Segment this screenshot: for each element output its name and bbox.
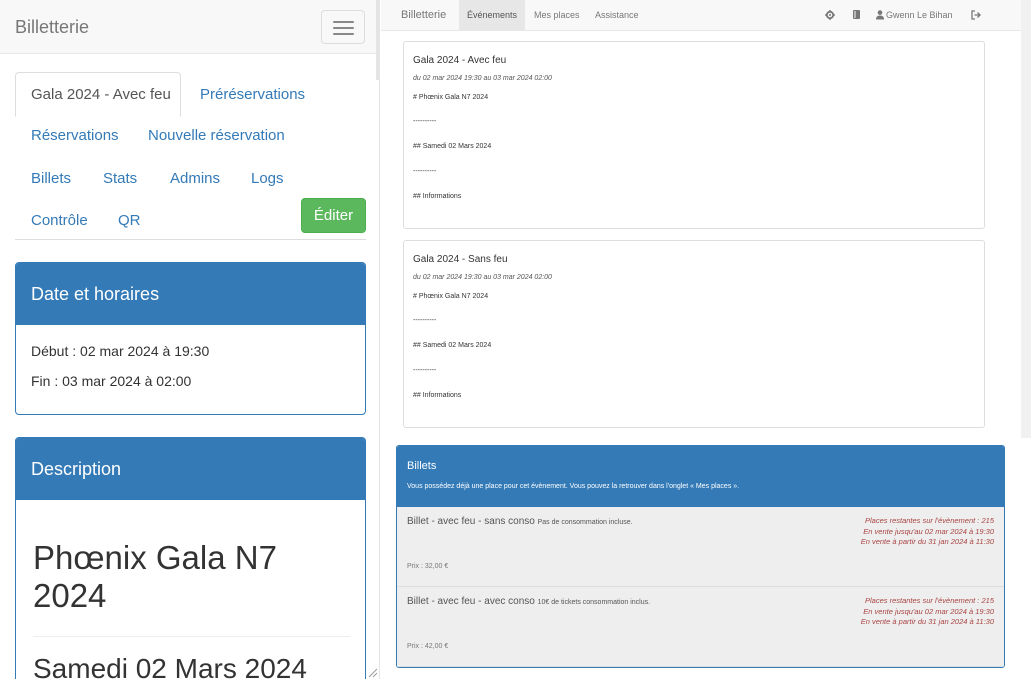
- tab-nouvelle-reservation[interactable]: Nouvelle réservation: [148, 127, 285, 144]
- hamburger-icon: [333, 21, 354, 23]
- tab-logs[interactable]: Logs: [251, 170, 284, 187]
- nav-user-name[interactable]: Gwenn Le Bihan: [886, 0, 953, 30]
- ticket-description: Pas de consommation incluse.: [537, 519, 633, 526]
- description-panel: Description Phœnix Gala N7 2024 Samedi 0…: [15, 437, 366, 679]
- ticket-sale-until: En vente jusqu'au 02 mar 2024 à 19:30: [863, 526, 994, 536]
- event-card[interactable]: Gala 2024 - Avec feu du 02 mar 2024 19:3…: [403, 41, 985, 229]
- tab-event-label: Gala 2024 - Avec feu: [31, 86, 171, 103]
- gear-icon[interactable]: [825, 10, 835, 20]
- ticket-availability: Places restantes sur l'évènement : 215 E…: [861, 596, 994, 628]
- tab-billets[interactable]: Billets: [31, 170, 71, 187]
- left-navbar: Billetterie: [0, 0, 379, 54]
- event-desc-line: # Phœnix Gala N7 2024: [413, 94, 489, 101]
- nav-assistance[interactable]: Assistance: [595, 0, 639, 30]
- event-desc-line: ## Samedi 02 Mars 2024: [413, 143, 492, 150]
- description-divider: [33, 636, 350, 637]
- ticket-name: Billet - avec feu - sans conso Pas de co…: [407, 516, 633, 527]
- tab-prereservations[interactable]: Préréservations: [200, 86, 305, 103]
- event-dates: du 02 mar 2024 19:30 au 03 mar 2024 02:0…: [413, 75, 552, 82]
- logout-icon[interactable]: [971, 10, 981, 20]
- top-navbar: Billetterie Événements Mes places Assist…: [381, 0, 1031, 31]
- ticket-sale-from: En vente à partir du 31 jan 2024 à 11:30: [860, 617, 994, 626]
- description-panel-title: Description: [16, 438, 365, 500]
- billets-panel: Billets Vous possédez déjà une place pou…: [396, 445, 1005, 668]
- ticket-sale-until: En vente jusqu'au 02 mar 2024 à 19:30: [863, 606, 994, 616]
- billets-info: Vous possédez déjà une place pour cet év…: [407, 483, 740, 490]
- date-panel-title: Date et horaires: [16, 263, 365, 325]
- ticket-price: Prix : 42,00 €: [407, 643, 449, 650]
- end-date: Fin : 03 mar 2024 à 02:00: [31, 373, 192, 389]
- event-desc-line: ## Informations: [413, 392, 462, 399]
- description-heading: Phœnix Gala N7 2024: [33, 539, 277, 614]
- event-desc-line: ## Informations: [413, 193, 462, 200]
- ticket-price: Prix : 32,00 €: [407, 563, 449, 570]
- tab-controle[interactable]: Contrôle: [31, 212, 88, 229]
- navbar-brand[interactable]: Billetterie: [15, 17, 89, 38]
- event-card[interactable]: Gala 2024 - Sans feu du 02 mar 2024 19:3…: [403, 240, 985, 428]
- tab-qr[interactable]: QR: [118, 212, 141, 229]
- ticket-name: Billet - avec feu - avec conso 10€ de ti…: [407, 596, 650, 607]
- description-subheading: Samedi 02 Mars 2024: [33, 653, 307, 679]
- billets-title: Billets: [407, 460, 437, 472]
- tab-stats[interactable]: Stats: [103, 170, 137, 187]
- ticket-name-text: Billet - avec feu - sans conso: [407, 516, 535, 527]
- event-desc-line: # Phœnix Gala N7 2024: [413, 293, 489, 300]
- left-scrollbar[interactable]: [376, 0, 379, 80]
- tab-event[interactable]: Gala 2024 - Avec feu: [15, 72, 181, 117]
- menu-toggle-button[interactable]: [321, 10, 365, 44]
- event-dates: du 02 mar 2024 19:30 au 03 mar 2024 02:0…: [413, 274, 552, 281]
- resize-grip-icon[interactable]: [366, 666, 378, 678]
- date-panel: Date et horaires Début : 02 mar 2024 à 1…: [15, 262, 366, 415]
- billets-header: Billets Vous possédez déjà une place pou…: [397, 446, 1004, 507]
- nav-evenements[interactable]: Événements: [459, 0, 526, 30]
- right-scrollbar[interactable]: [1021, 0, 1031, 438]
- ticket-description: 10€ de tickets consommation inclus.: [537, 599, 651, 606]
- nav-mes-places[interactable]: Mes places: [534, 0, 580, 30]
- ticket-name-text: Billet - avec feu - avec conso: [407, 596, 535, 607]
- event-desc-separator: ----------: [413, 317, 437, 324]
- left-window: Billetterie Gala 2024 - Avec feu Prérése…: [0, 0, 380, 679]
- user-icon: [876, 10, 884, 20]
- event-title[interactable]: Gala 2024 - Sans feu: [413, 254, 508, 265]
- tab-admins[interactable]: Admins: [170, 170, 220, 187]
- navbar-brand-right[interactable]: Billetterie: [401, 0, 446, 30]
- event-desc-separator: ----------: [413, 367, 437, 374]
- ticket-row[interactable]: Billet - avec feu - avec conso 10€ de ti…: [397, 587, 1004, 667]
- event-desc-line: ## Samedi 02 Mars 2024: [413, 342, 492, 349]
- ticket-sale-from: En vente à partir du 31 jan 2024 à 11:30: [860, 537, 994, 546]
- event-desc-separator: ----------: [413, 168, 437, 175]
- edit-button[interactable]: Éditer: [301, 198, 366, 233]
- event-desc-separator: ----------: [413, 118, 437, 125]
- start-date: Début : 02 mar 2024 à 19:30: [31, 343, 210, 359]
- ticket-places-left: Places restantes sur l'évènement : 215: [864, 516, 994, 525]
- ticket-row[interactable]: Billet - avec feu - sans conso Pas de co…: [397, 507, 1004, 587]
- ticket-availability: Places restantes sur l'évènement : 215 E…: [861, 516, 994, 548]
- book-icon[interactable]: [853, 10, 861, 20]
- right-window: Billetterie Événements Mes places Assist…: [381, 0, 1031, 679]
- event-title[interactable]: Gala 2024 - Avec feu: [413, 55, 506, 66]
- tab-reservations[interactable]: Réservations: [31, 127, 119, 144]
- ticket-places-left: Places restantes sur l'évènement : 215: [864, 596, 994, 605]
